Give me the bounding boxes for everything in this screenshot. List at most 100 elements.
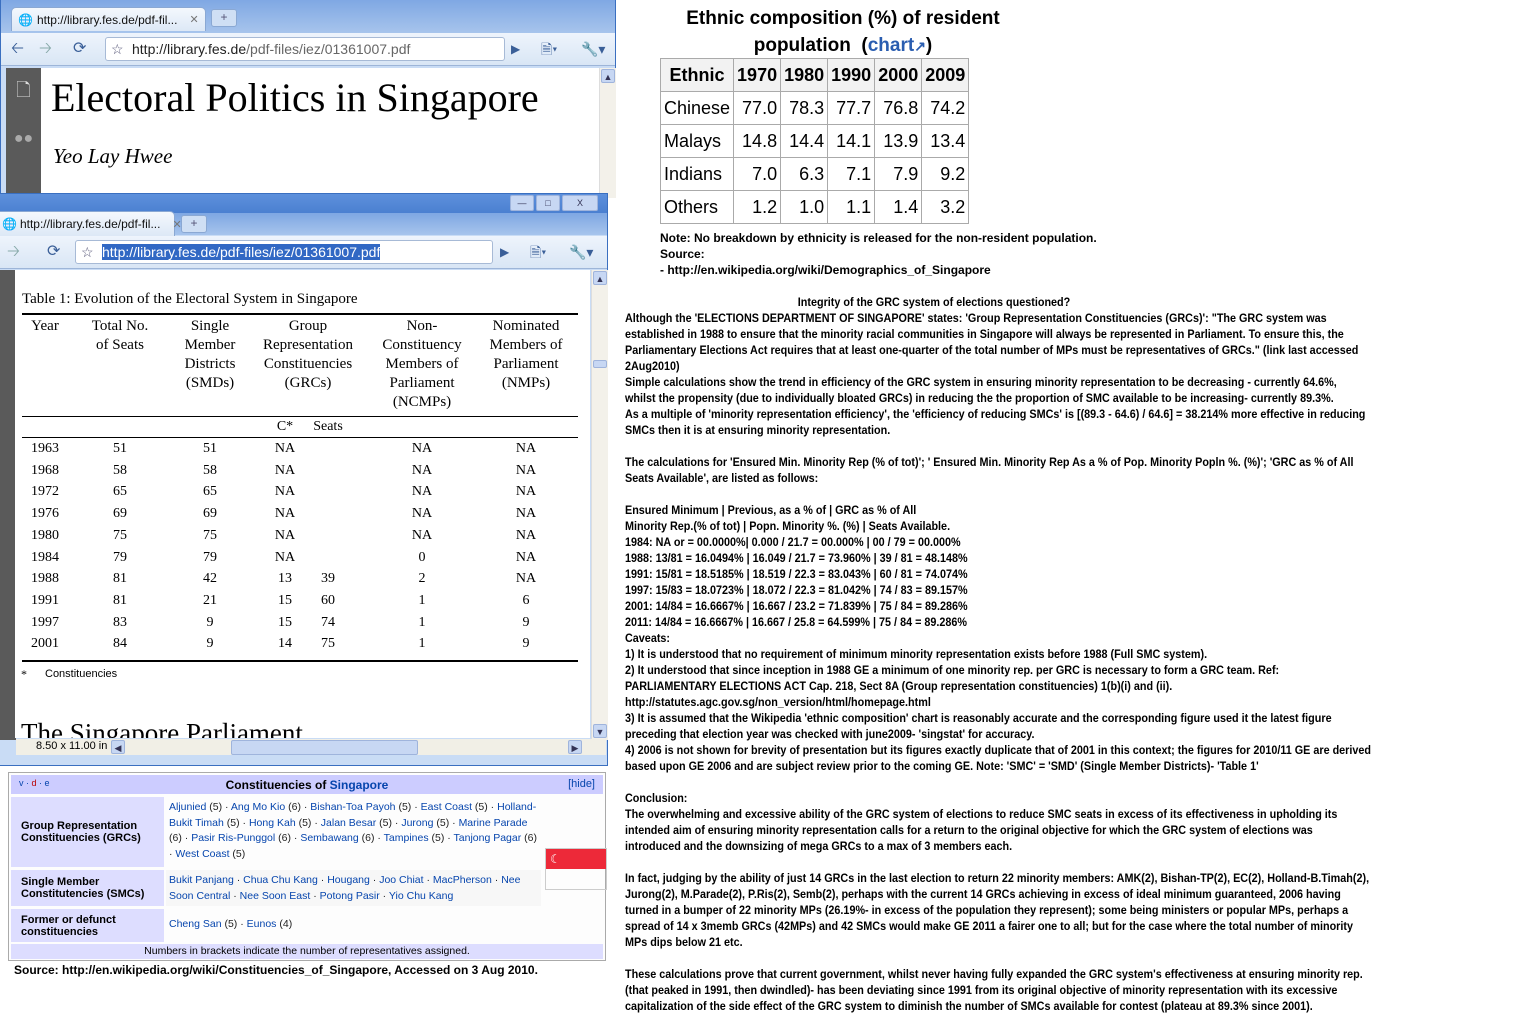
table-cell: 1984 <box>31 549 59 565</box>
article-line: 1) It is understood that no requirement … <box>625 647 1208 661</box>
subheader-rule <box>22 437 578 438</box>
table-cell: 9 <box>522 614 530 630</box>
table-cell: 1997 <box>31 614 59 630</box>
forward-arrow-icon[interactable]: 🡢 <box>7 242 20 262</box>
status-bar: 8.50 x 11.00 in ◀ ▶ <box>16 739 606 755</box>
new-tab-button[interactable]: + <box>181 215 207 233</box>
horizontal-scroll-thumb[interactable] <box>231 740 418 755</box>
close-window-icon[interactable]: X <box>562 195 598 211</box>
go-icon[interactable]: ▶ <box>511 39 520 59</box>
table-cell: 74 <box>321 614 335 630</box>
constituency-link[interactable]: Tanjong Pagar <box>454 832 522 844</box>
constituency-link[interactable]: Jalan Besar <box>321 817 376 829</box>
scroll-down-icon[interactable]: ▼ <box>593 724 607 738</box>
scroll-left-icon[interactable]: ◀ <box>111 740 125 754</box>
article-line: capitalization of the side effect of the… <box>625 999 1313 1013</box>
go-icon[interactable]: ▶ <box>500 242 509 262</box>
constituency-link[interactable]: Hougang <box>327 874 370 886</box>
table-cell: 6 <box>522 592 530 608</box>
constituency-link[interactable]: Pasir Ris-Punggol <box>191 832 275 844</box>
minimize-icon[interactable]: — <box>510 195 534 211</box>
constituency-link[interactable]: Bukit Panjang <box>169 874 234 886</box>
constituency-link[interactable]: Cheng San <box>169 918 222 930</box>
ethnic-percent-cell: 3.2 <box>921 190 970 224</box>
article-line: Seats Available', are listed as follows: <box>625 471 819 485</box>
constituency-link[interactable]: Potong Pasir <box>320 890 380 902</box>
front-vertical-scrollbar[interactable]: ▲ ▼ <box>591 270 608 740</box>
page-menu-icon[interactable]: 🗎▾ <box>541 39 557 59</box>
article-line: Ensured Minimum | Previous, as a % of | … <box>625 503 917 517</box>
scroll-up-icon[interactable]: ▲ <box>601 69 615 83</box>
representative-count: (5) <box>398 801 412 813</box>
reload-icon[interactable]: ⟳ <box>73 39 86 59</box>
constituency-link[interactable]: MacPherson <box>433 874 492 886</box>
article-line: http://statutes.agc.gov.sg/non_version/h… <box>625 695 931 709</box>
constituency-link[interactable]: Ang Mo Kio <box>231 801 285 813</box>
wrench-icon[interactable]: 🔧▾ <box>569 242 593 262</box>
constituency-link[interactable]: Tampines <box>384 832 429 844</box>
constituency-link[interactable]: Jurong <box>401 817 433 829</box>
wrench-icon[interactable]: 🔧▾ <box>581 39 605 59</box>
singapore-link[interactable]: Singapore <box>330 778 389 792</box>
front-tab-title: http://library.fes.de/pdf-fil... <box>19 217 161 231</box>
constituency-link[interactable]: Eunos <box>247 918 277 930</box>
ethnic-title: Ethnic composition (%) of resident popul… <box>640 5 1046 60</box>
article-line: 1984: NA or = 00.0000%| 0.000 / 21.7 = 0… <box>625 535 961 549</box>
back-arrow-icon[interactable]: 🡠 <box>11 39 24 59</box>
representative-count: (6) <box>169 832 182 844</box>
constituency-link[interactable]: West Coast <box>175 848 229 860</box>
back-vertical-scrollbar[interactable]: ▲ <box>599 68 616 198</box>
group-list-former: Cheng San (5) · Eunos (4) <box>169 918 293 930</box>
reload-icon[interactable]: ⟳ <box>47 242 60 262</box>
pages-icon[interactable]: 🗋 <box>6 78 41 108</box>
scroll-up-icon[interactable]: ▲ <box>593 271 607 285</box>
article-line: MPs dips below 21 etc. <box>625 935 743 949</box>
front-address-bar[interactable]: ☆ http://library.fes.de/pdf-files/iez/01… <box>75 240 493 264</box>
ethnic-percent-cell: 13.4 <box>921 124 970 158</box>
hide-link[interactable]: [hide] <box>568 778 595 790</box>
article-line: Conclusion: <box>625 791 688 805</box>
constituency-link[interactable]: Hong Kah <box>249 817 296 829</box>
constituency-link[interactable]: Yio Chu Kang <box>389 890 453 902</box>
article-line: PARLIAMENTARY ELECTIONS ACT Cap. 218, Se… <box>625 679 1173 693</box>
constituency-link[interactable]: Aljunied <box>169 801 206 813</box>
back-tab[interactable]: 🌐 http://library.fes.de/pdf-fil... ✕ <box>11 7 206 31</box>
chart-link[interactable]: chart <box>868 35 914 56</box>
star-icon[interactable]: ☆ <box>81 241 94 263</box>
front-tab[interactable]: 🌐 http://library.fes.de/pdf-fil... ✕ <box>0 211 182 236</box>
subheader-seats: Seats <box>313 419 343 434</box>
representative-count: (5) <box>226 816 240 829</box>
footnote-text: Constituencies <box>45 668 118 680</box>
back-address-bar[interactable]: ☆ http://library.fes.de/pdf-files/iez/01… <box>105 37 505 61</box>
constituency-link[interactable]: Sembawang <box>300 832 358 844</box>
group-list-smc: Bukit Panjang · Chua Chu Kang · Hougang … <box>166 870 541 906</box>
subheader-c: C* <box>276 419 294 434</box>
scroll-thumb[interactable] <box>593 360 607 368</box>
ethnic-row: Malays 14.8 14.4 14.1 13.9 13.4 <box>659 124 970 158</box>
forward-arrow-icon[interactable]: 🡢 <box>39 39 52 59</box>
new-tab-button[interactable]: + <box>211 9 237 27</box>
table-cell: 1 <box>418 614 426 630</box>
table-cell: NA <box>274 549 296 565</box>
ethnic-column-header: 2009 <box>921 58 970 92</box>
constituency-link[interactable]: Chua Chu Kang <box>243 874 318 886</box>
table-cell: 39 <box>321 571 335 587</box>
article-line: 2) It understood that since inception in… <box>625 663 1280 677</box>
constituency-link[interactable]: Nee Soon East <box>240 890 311 902</box>
binoculars-icon[interactable]: ●● <box>6 130 41 148</box>
navbox-footer: Numbers in brackets indicate the number … <box>11 944 603 959</box>
constituency-link[interactable]: East Coast <box>421 801 472 813</box>
footnote-mark: * <box>21 667 27 681</box>
next-section-heading: The Singapore Parliament <box>21 718 303 738</box>
table-cell: 21 <box>203 592 217 608</box>
constituency-link[interactable]: Marine Parade <box>459 817 528 829</box>
close-tab-icon[interactable]: ✕ <box>189 13 198 26</box>
globe-icon: 🌐 <box>18 12 33 27</box>
table-cell: NA <box>411 527 433 543</box>
page-menu-icon[interactable]: 🗎▾ <box>530 242 546 262</box>
star-icon[interactable]: ☆ <box>111 38 124 60</box>
constituency-link[interactable]: Bishan-Toa Payoh <box>310 801 395 813</box>
constituency-link[interactable]: Joo Chiat <box>379 874 423 886</box>
scroll-right-icon[interactable]: ▶ <box>568 740 582 754</box>
maximize-icon[interactable]: □ <box>536 195 560 211</box>
